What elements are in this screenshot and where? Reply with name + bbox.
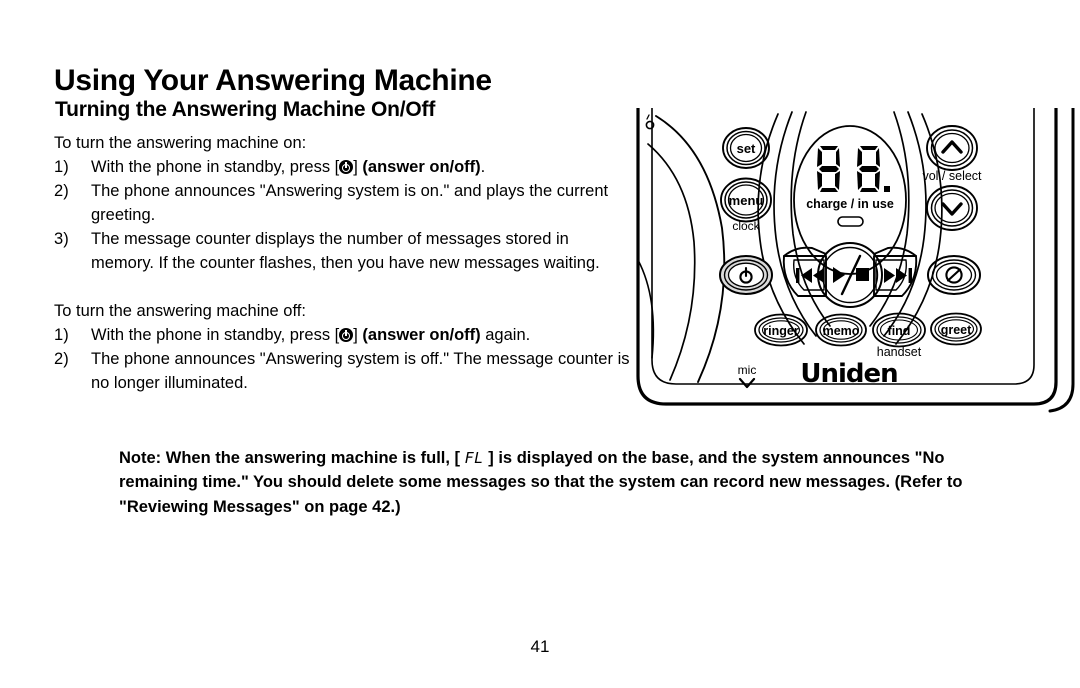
turn-off-steps: With the phone in standby, press [] (ans… — [54, 323, 634, 395]
cradle-arc-short — [637, 259, 655, 359]
display-ring-arc-r2 — [883, 111, 927, 337]
lcd-full-indicator: FL — [464, 448, 484, 467]
chevron-up-icon — [941, 140, 963, 154]
display-ring-arc-l2 — [773, 111, 817, 337]
step-text-pre: With the phone in standby, press [ — [91, 326, 340, 344]
chevron-down-icon — [941, 202, 963, 216]
device-right-contour — [1048, 108, 1075, 413]
menu-button-label: menu — [729, 193, 764, 208]
clock-sublabel: clock — [732, 219, 760, 233]
list-item: With the phone in standby, press [] (ans… — [54, 155, 634, 179]
note-paragraph: Note: When the answering machine is full… — [119, 446, 1019, 520]
step-text-post: again. — [480, 326, 531, 344]
forward-button[interactable] — [884, 268, 912, 283]
body-column: To turn the answering machine on: With t… — [54, 131, 634, 395]
cradle-arc-outer — [655, 115, 726, 383]
step-text: The phone announces "Answering system is… — [91, 182, 609, 224]
list-item: The message counter displays the number … — [54, 227, 634, 275]
mic-chevron-down-icon — [738, 377, 756, 389]
step-text-post: . — [480, 158, 486, 176]
turn-on-steps: With the phone in standby, press [] (ans… — [54, 155, 634, 275]
step-text: The phone announces "Answering system is… — [91, 350, 630, 392]
skip-forward-icon — [884, 268, 912, 283]
volume-down-button[interactable] — [926, 185, 978, 231]
base-unit-illustration: charge / in use set menu clock vol / sel… — [636, 108, 1080, 414]
step-text-pre: With the phone in standby, press [ — [91, 158, 340, 176]
handset-sublabel: handset — [877, 345, 922, 359]
seven-segment-decimal — [884, 186, 890, 192]
cradle-arc-inner — [647, 143, 696, 381]
set-button-label: set — [737, 141, 756, 156]
ringer-button[interactable]: ringer — [754, 313, 808, 347]
seven-segment-digit-2 — [857, 146, 880, 192]
vol-select-label: vol / select — [922, 169, 982, 183]
callout-marker-tick — [646, 114, 650, 120]
mute-button[interactable] — [927, 255, 981, 295]
manual-page: Using Your Answering Machine Turning the… — [0, 0, 1080, 688]
play-stop-button[interactable] — [817, 242, 883, 308]
seven-segment-digit-1 — [817, 146, 840, 192]
mute-icon — [945, 266, 963, 284]
step-text-bold: (answer on/off) — [362, 326, 481, 344]
ringer-button-label: ringer — [763, 324, 799, 338]
greet-button[interactable]: greet — [930, 312, 982, 346]
list-item: The phone announces "Answering system is… — [54, 179, 634, 227]
page-number: 41 — [530, 637, 550, 656]
greet-button-label: greet — [941, 323, 972, 337]
page-subtitle: Turning the Answering Machine On/Off — [55, 98, 436, 122]
menu-button[interactable]: menu — [720, 177, 772, 223]
list-item: With the phone in standby, press [] (ans… — [54, 323, 634, 347]
mic-label: mic — [738, 363, 757, 377]
memo-button-label: memo — [823, 324, 860, 338]
step-text-bold: (answer on/off) — [362, 158, 481, 176]
seven-segment-display — [817, 146, 890, 192]
set-button[interactable]: set — [722, 127, 770, 169]
turn-on-lead: To turn the answering machine on: — [54, 134, 307, 152]
answer-on-off-button[interactable] — [719, 255, 773, 295]
step-text: The message counter displays the number … — [91, 230, 600, 272]
power-icon — [339, 328, 354, 342]
turn-off-lead: To turn the answering machine off: — [54, 302, 306, 320]
charge-led-indicator — [837, 216, 864, 227]
display-ring-group — [757, 111, 943, 345]
page-title: Using Your Answering Machine — [54, 64, 492, 98]
charge-in-use-label: charge / in use — [806, 197, 894, 211]
power-icon — [339, 160, 354, 174]
find-button-label: find — [888, 324, 911, 338]
uniden-brand-logo: Uniden — [800, 359, 897, 389]
note-text-part1: Note: When the answering machine is full… — [119, 448, 465, 467]
memo-button[interactable]: memo — [815, 313, 867, 347]
list-item: The phone announces "Answering system is… — [54, 347, 634, 395]
volume-up-button[interactable] — [926, 125, 978, 171]
